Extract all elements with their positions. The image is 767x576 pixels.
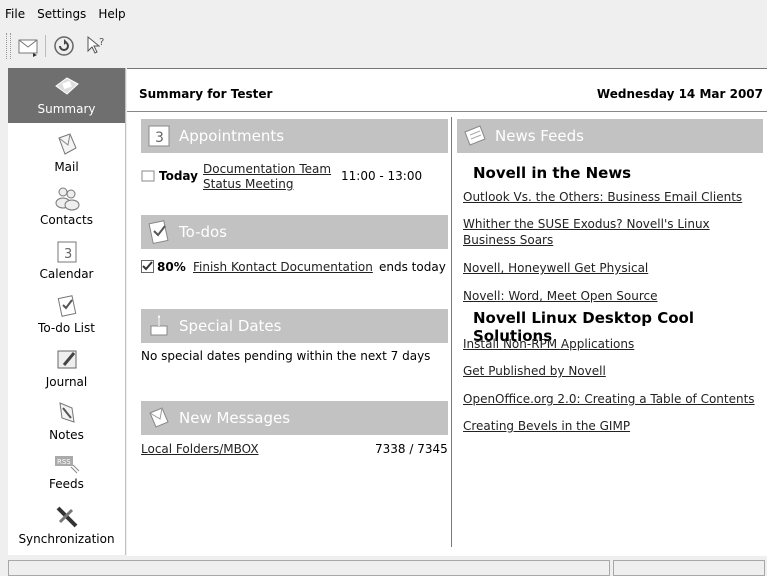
mail-icon: [149, 407, 169, 428]
todo-due: ends today: [379, 260, 446, 274]
contacts-icon: [55, 187, 79, 211]
todo-percent: 80%: [157, 260, 186, 274]
mail-icon: [57, 133, 77, 155]
summary-icon: [54, 77, 79, 95]
toolbar-separator: [45, 35, 46, 57]
news-item-link[interactable]: Install Non-RPM Applications: [463, 337, 634, 351]
section-title: Special Dates: [179, 317, 282, 335]
special-dates-header: Special Dates: [141, 309, 448, 343]
svg-text:3: 3: [155, 130, 164, 146]
sidebar: Summary Mail Contacts 3 Calendar To-do L…: [8, 68, 126, 555]
special-dates-text: No special dates pending within the next…: [141, 349, 431, 363]
sidebar-item-feeds[interactable]: RSS Feeds: [8, 453, 125, 497]
todo-checkbox[interactable]: [141, 260, 154, 273]
current-date: Wednesday 14 Mar 2007: [596, 87, 763, 101]
svg-text:RSS: RSS: [57, 458, 71, 466]
news-item-link[interactable]: Business Soars: [463, 233, 553, 247]
new-messages-header: New Messages: [141, 401, 448, 435]
appointment-day: Today: [159, 169, 198, 183]
notes-icon: [58, 402, 75, 423]
menu-bar: File Settings Help: [0, 0, 767, 27]
sidebar-item-label: Summary: [37, 102, 96, 116]
sidebar-item-todo[interactable]: To-do List: [8, 293, 125, 337]
news-item-link[interactable]: Novell: Word, Meet Open Source: [463, 289, 658, 303]
section-title: New Messages: [179, 409, 291, 427]
todo-icon: [148, 220, 169, 245]
summary-view: Summary for Tester Wednesday 14 Mar 2007…: [127, 68, 767, 556]
appointment-link-line2[interactable]: Status Meeting: [203, 177, 293, 191]
news-item-link[interactable]: OpenOffice.org 2.0: Creating a Table of …: [463, 392, 755, 406]
new-mail-button[interactable]: [15, 32, 43, 60]
svg-text:?: ?: [99, 37, 104, 48]
sidebar-item-label: Contacts: [40, 213, 93, 227]
whats-this-button[interactable]: ?: [82, 32, 110, 60]
news-item-link[interactable]: Novell, Honeywell Get Physical: [463, 261, 648, 275]
section-title: Appointments: [179, 127, 285, 145]
section-title: News Feeds: [495, 127, 584, 145]
sidebar-item-label: Journal: [45, 375, 88, 389]
news-feed-name: Novell in the News: [473, 164, 632, 182]
sidebar-item-label: Feeds: [49, 477, 84, 491]
toolbar-grip[interactable]: [6, 33, 11, 59]
calendar-icon: 3: [57, 241, 76, 263]
todo-icon: [57, 295, 76, 317]
todos-header: To-dos: [141, 215, 448, 249]
appointment-icon: [141, 170, 155, 182]
new-message-icon: [18, 39, 38, 57]
rss-feeds-icon: RSS: [54, 456, 79, 474]
sidebar-item-label: Synchronization: [18, 532, 115, 546]
status-message-panel: [8, 560, 610, 576]
mail-folder-count: 7338 / 7345: [375, 442, 448, 456]
news-item-link[interactable]: Get Published by Novell: [463, 364, 606, 378]
journal-icon: [57, 350, 76, 369]
news-item-link[interactable]: Creating Bevels in the GIMP: [463, 419, 630, 433]
news-feeds-header: News Feeds: [457, 119, 763, 153]
column-divider: [451, 117, 452, 547]
svg-text:3: 3: [64, 247, 72, 262]
sidebar-item-mail[interactable]: Mail: [8, 132, 125, 176]
news-item-link[interactable]: Outlook Vs. the Others: Business Email C…: [463, 190, 742, 204]
sidebar-item-summary[interactable]: Summary: [8, 68, 125, 123]
menu-settings[interactable]: Settings: [31, 7, 92, 21]
todo-link[interactable]: Finish Kontact Documentation: [193, 260, 373, 274]
status-progress-panel: [613, 560, 765, 576]
menu-help[interactable]: Help: [92, 7, 131, 21]
appointments-header: 3 Appointments: [141, 119, 448, 153]
menu-file[interactable]: File: [0, 7, 31, 21]
birthday-cake-icon: [150, 315, 168, 336]
appointment-time: 11:00 - 13:00: [341, 169, 423, 183]
synchronization-icon: [56, 506, 77, 528]
news-item-link[interactable]: Whither the SUSE Exodus? Novell's Linux: [463, 217, 710, 231]
toolbar: ?: [0, 27, 767, 65]
calendar-icon: 3: [148, 125, 170, 147]
sidebar-item-label: Notes: [49, 428, 84, 442]
sidebar-item-contacts[interactable]: Contacts: [8, 185, 125, 229]
sidebar-item-label: Mail: [54, 160, 79, 174]
mail-folder-link[interactable]: Local Folders/MBOX: [141, 442, 259, 456]
sync-button[interactable]: [50, 32, 78, 60]
sidebar-item-calendar[interactable]: 3 Calendar: [8, 239, 125, 283]
appointment-link-line1[interactable]: Documentation Team: [203, 162, 331, 176]
whats-this-icon: ?: [87, 35, 104, 54]
sidebar-item-label: Calendar: [39, 267, 94, 281]
summary-header: Summary for Tester Wednesday 14 Mar 2007: [127, 69, 767, 112]
sidebar-item-synchronization[interactable]: Synchronization: [8, 504, 125, 550]
status-bar: [0, 559, 767, 576]
news-feed-icon: [464, 125, 486, 146]
refresh-icon: [54, 36, 74, 56]
sidebar-item-journal[interactable]: Journal: [8, 347, 125, 391]
sidebar-item-label: To-do List: [38, 321, 95, 335]
section-title: To-dos: [179, 223, 227, 241]
sidebar-item-notes[interactable]: Notes: [8, 400, 125, 444]
page-title: Summary for Tester: [139, 87, 273, 101]
